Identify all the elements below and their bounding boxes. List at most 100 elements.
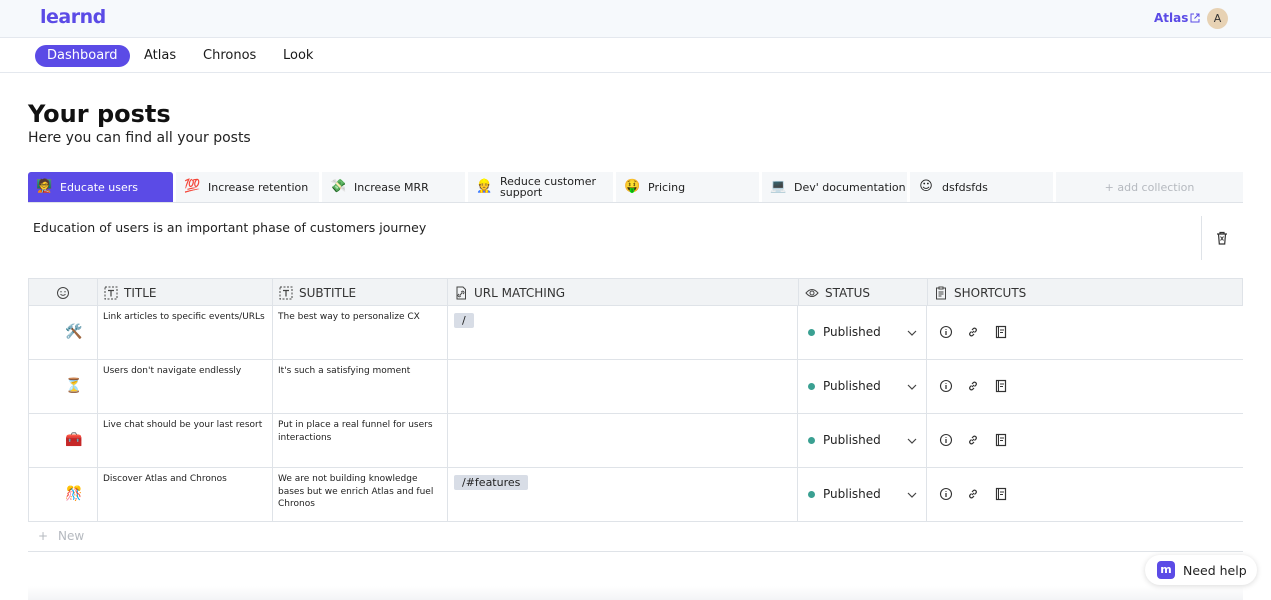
header-shortcuts[interactable]: SHORTCUTS (928, 279, 1244, 306)
app-logo[interactable]: learnd (40, 6, 106, 28)
collection-tab-pricing[interactable]: 🤑 Pricing (616, 172, 759, 202)
construction-worker-icon: 👷 (476, 179, 493, 194)
text-field-icon (104, 286, 118, 299)
status-select[interactable]: Published (808, 487, 881, 501)
hundred-points-icon: 💯 (184, 179, 201, 194)
chevron-down-icon[interactable] (906, 328, 918, 338)
link-icon[interactable] (966, 433, 980, 447)
link-icon[interactable] (966, 487, 980, 501)
url-cell[interactable] (448, 414, 798, 468)
subtitle-cell[interactable]: It's such a satisfying moment (273, 360, 448, 414)
post-subtitle: Put in place a real funnel for users int… (278, 420, 433, 443)
money-mouth-face-icon: 🤑 (624, 179, 641, 194)
collection-label: Reduce customer support (500, 175, 596, 199)
header-label: STATUS (825, 285, 871, 300)
new-row-button[interactable]: + New (28, 522, 1243, 552)
tab-look[interactable]: Look (283, 45, 313, 67)
need-help-button[interactable]: m Need help (1145, 555, 1257, 585)
status-cell[interactable]: Published (798, 414, 927, 468)
table-row[interactable]: 🛠️ Link articles to specific events/URLs… (28, 306, 1243, 360)
collection-label: dsfdsfds (942, 180, 988, 194)
external-link-icon[interactable] (1190, 13, 1200, 23)
book-icon[interactable] (994, 379, 1008, 393)
post-subtitle: The best way to personalize CX (278, 312, 420, 322)
status-select[interactable]: Published (808, 433, 881, 447)
tools-icon[interactable]: 🛠️ (65, 324, 82, 340)
link-icon[interactable] (966, 325, 980, 339)
chevron-down-icon[interactable] (906, 490, 918, 500)
trash-icon[interactable] (1214, 230, 1230, 246)
title-cell[interactable]: Discover Atlas and Chronos (98, 468, 273, 522)
url-tag: / (454, 313, 474, 328)
shortcuts-cell (927, 306, 1243, 360)
book-icon[interactable] (994, 325, 1008, 339)
url-cell[interactable]: / (448, 306, 798, 360)
tab-atlas[interactable]: Atlas (144, 45, 176, 67)
title-cell[interactable]: Live chat should be your last resort (98, 414, 273, 468)
divider (1201, 216, 1202, 260)
status-label: Published (823, 325, 881, 339)
collection-description[interactable]: Education of users is an important phase… (33, 220, 426, 235)
status-select[interactable]: Published (808, 379, 881, 393)
book-icon[interactable] (994, 487, 1008, 501)
status-label: Published (823, 433, 881, 447)
status-cell[interactable]: Published (798, 468, 927, 522)
header-icon-column (29, 279, 98, 306)
hourglass-icon[interactable]: ⏳ (65, 378, 82, 394)
status-cell[interactable]: Published (798, 360, 927, 414)
collection-label: Increase retention (208, 180, 309, 194)
shortcuts-cell (927, 360, 1243, 414)
post-subtitle: We are not building knowledge bases but … (278, 474, 434, 509)
collection-tab-dev-documentation[interactable]: 💻 Dev' documentation (762, 172, 907, 202)
bottom-shade (28, 586, 1243, 600)
book-icon[interactable] (994, 433, 1008, 447)
tab-chronos[interactable]: Chronos (203, 45, 256, 67)
atlas-link[interactable]: Atlas (1154, 11, 1188, 25)
avatar[interactable]: A (1207, 8, 1228, 29)
collection-tab-educate-users[interactable]: 🧑‍🏫 Educate users (28, 172, 173, 202)
shortcuts-cell (927, 468, 1243, 522)
table-row[interactable]: ⏳ Users don't navigate endlessly It's su… (28, 360, 1243, 414)
header-subtitle[interactable]: SUBTITLE (273, 279, 448, 306)
status-select[interactable]: Published (808, 325, 881, 339)
info-icon[interactable] (939, 325, 953, 339)
table-row[interactable]: 🎊 Discover Atlas and Chronos We are not … (28, 468, 1243, 522)
chevron-down-icon[interactable] (906, 382, 918, 392)
collection-tab-reduce-customer-support[interactable]: 👷 Reduce customer support (468, 172, 613, 202)
header-title[interactable]: TITLE (98, 279, 273, 306)
subtitle-cell[interactable]: Put in place a real funnel for users int… (273, 414, 448, 468)
collection-tab-increase-retention[interactable]: 💯 Increase retention (176, 172, 319, 202)
status-label: Published (823, 379, 881, 393)
subtitle-cell[interactable]: We are not building knowledge bases but … (273, 468, 448, 522)
link-document-icon (456, 286, 466, 299)
url-cell[interactable] (448, 360, 798, 414)
eye-icon (805, 288, 819, 297)
header-label: TITLE (124, 285, 157, 300)
header-url-matching[interactable]: URL MATCHING (448, 279, 799, 306)
collection-label: Increase MRR (354, 180, 429, 194)
title-cell[interactable]: Users don't navigate endlessly (98, 360, 273, 414)
status-cell[interactable]: Published (798, 306, 927, 360)
header-status[interactable]: STATUS (799, 279, 928, 306)
toolbox-icon[interactable]: 🧰 (65, 432, 82, 448)
link-icon[interactable] (966, 379, 980, 393)
new-row-label: New (58, 529, 85, 543)
chevron-down-icon[interactable] (906, 436, 918, 446)
info-icon[interactable] (939, 487, 953, 501)
header-label: SHORTCUTS (954, 285, 1027, 300)
collection-label: Educate users (60, 180, 138, 194)
table-row[interactable]: 🧰 Live chat should be your last resort P… (28, 414, 1243, 468)
add-collection-button[interactable]: + add collection (1056, 172, 1243, 202)
info-icon[interactable] (939, 433, 953, 447)
confetti-icon[interactable]: 🎊 (65, 486, 82, 502)
info-icon[interactable] (939, 379, 953, 393)
collection-tab-increase-mrr[interactable]: 💸 Increase MRR (322, 172, 465, 202)
row-icon-cell: 🎊 (28, 468, 98, 522)
subtitle-cell[interactable]: The best way to personalize CX (273, 306, 448, 360)
status-dot (808, 436, 815, 444)
url-cell[interactable]: /#features (448, 468, 798, 522)
tab-dashboard[interactable]: Dashboard (35, 45, 130, 67)
collection-tab-dsfdsfds[interactable]: ☺ dsfdsfds (910, 172, 1053, 202)
title-cell[interactable]: Link articles to specific events/URLs (98, 306, 273, 360)
row-icon-cell: 🛠️ (28, 306, 98, 360)
